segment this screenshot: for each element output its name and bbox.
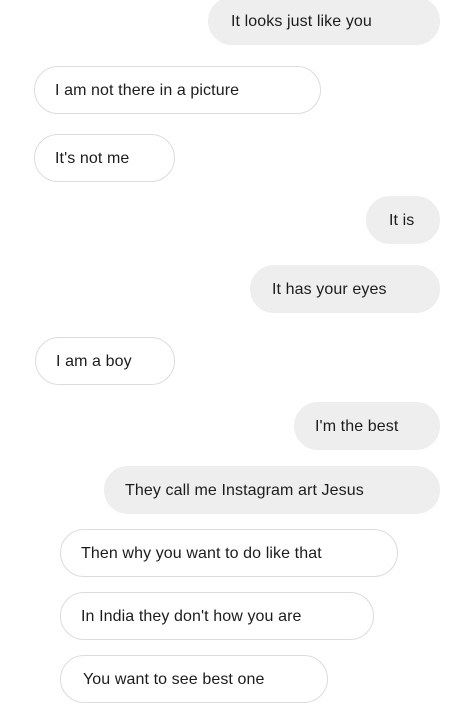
message-bubble-sent[interactable]: They call me Instagram art Jesus bbox=[104, 466, 440, 514]
message-text: It is bbox=[389, 212, 415, 229]
message-text: I am a boy bbox=[56, 353, 132, 370]
message-text: They call me Instagram art Jesus bbox=[125, 482, 364, 499]
message-text: Then why you want to do like that bbox=[81, 545, 322, 562]
message-text: I'm the best bbox=[315, 418, 399, 435]
message-bubble-received[interactable]: I am not there in a picture bbox=[34, 66, 321, 114]
message-bubble-received[interactable]: Then why you want to do like that bbox=[60, 529, 398, 577]
message-bubble-sent[interactable]: It is bbox=[366, 196, 440, 244]
message-bubble-received[interactable]: In India they don't how you are bbox=[60, 592, 374, 640]
message-bubble-received[interactable]: I am a boy bbox=[35, 337, 175, 385]
message-bubble-received[interactable]: You want to see best one bbox=[60, 655, 328, 703]
message-bubble-received[interactable]: It's not me bbox=[34, 134, 175, 182]
message-bubble-sent[interactable]: I'm the best bbox=[294, 402, 440, 450]
message-bubble-sent[interactable]: It has your eyes bbox=[250, 265, 440, 313]
message-bubble-sent[interactable]: It looks just like you bbox=[208, 0, 440, 45]
message-text: It looks just like you bbox=[231, 13, 372, 30]
message-text: In India they don't how you are bbox=[81, 608, 302, 625]
message-text: It's not me bbox=[55, 150, 130, 167]
chat-thread: It looks just like you I am not there in… bbox=[0, 0, 476, 709]
message-text: It has your eyes bbox=[272, 281, 387, 298]
message-text: I am not there in a picture bbox=[55, 82, 240, 99]
message-text: You want to see best one bbox=[83, 671, 265, 688]
